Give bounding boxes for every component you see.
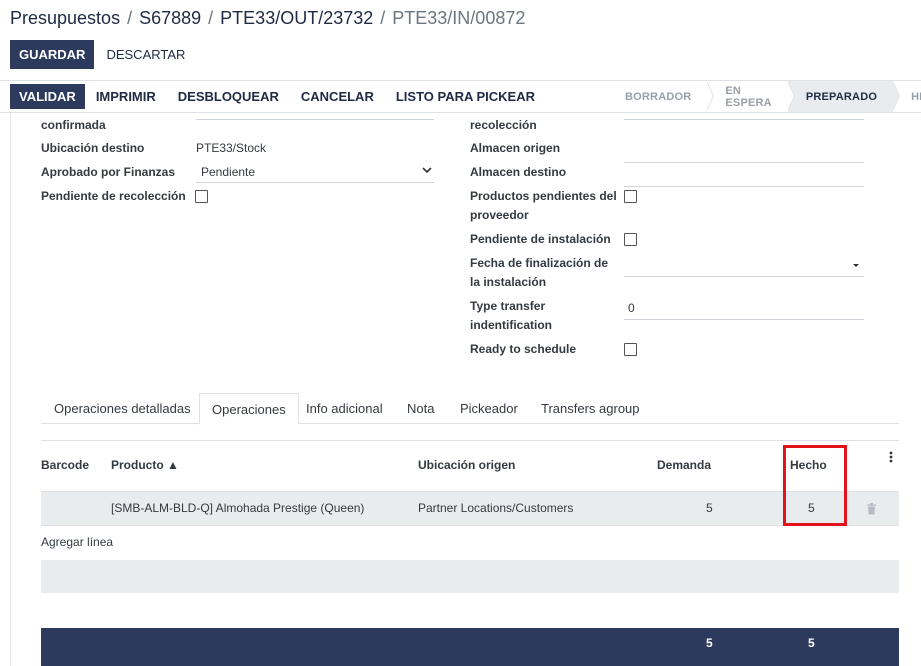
column-header-demand[interactable]: Demanda (657, 458, 711, 472)
destination-warehouse-label: Almacen destino (470, 165, 567, 179)
print-button[interactable]: IMPRIMIR (85, 89, 167, 104)
save-button[interactable]: GUARDAR (10, 40, 95, 69)
destination-warehouse-input[interactable] (624, 186, 864, 187)
tab-additional-info[interactable]: Info adicional (294, 393, 395, 424)
breadcrumb-presupuestos[interactable]: Presupuestos (10, 8, 120, 28)
form-buttons: GUARDAR DESCARTAR (10, 40, 197, 69)
installation-end-date-input[interactable] (624, 276, 864, 277)
stage-draft[interactable]: BORRADOR (607, 81, 715, 112)
field-underline (196, 119, 434, 120)
total-demand: 5 (706, 636, 713, 650)
type-transfer-input[interactable]: 0 (628, 299, 635, 317)
column-header-product[interactable]: Producto ▲ (111, 458, 179, 472)
type-transfer-label-2: indentification (470, 318, 552, 332)
total-done: 5 (808, 636, 815, 650)
sheet-border (10, 113, 11, 666)
tab-picker[interactable]: Pickeador (448, 393, 530, 424)
cancel-button[interactable]: CANCELAR (290, 89, 385, 104)
highlight-box (783, 445, 847, 526)
ready-to-pick-button[interactable]: LISTO PARA PICKEAR (385, 89, 546, 104)
field-underline (624, 319, 864, 320)
tab-note[interactable]: Nota (395, 393, 446, 424)
breadcrumb-current: PTE33/IN/00872 (392, 8, 526, 28)
pending-supplier-products-checkbox[interactable] (624, 190, 637, 203)
ready-to-schedule-label: Ready to schedule (470, 342, 577, 356)
pending-installation-checkbox[interactable] (624, 233, 637, 246)
installation-end-date-label-2: la instalación (470, 275, 547, 289)
row-product[interactable]: [SMB-ALM-BLD-Q] Almohada Prestige (Queen… (111, 501, 364, 515)
breadcrumb-sale-order[interactable]: S67889 (139, 8, 201, 28)
column-header-barcode[interactable]: Barcode (41, 458, 89, 472)
caret-down-icon[interactable] (852, 260, 860, 272)
destination-location-label: Ubicación destino (41, 141, 145, 155)
stage-waiting[interactable]: EN ESPERA (707, 81, 796, 112)
action-buttons: VALIDAR IMPRIMIR DESBLOQUEAR CANCELAR LI… (10, 84, 546, 109)
column-header-source-location[interactable]: Ubicación origen (418, 458, 515, 472)
destination-location-value[interactable]: PTE33/Stock (196, 139, 266, 157)
status-bar: VALIDAR IMPRIMIR DESBLOQUEAR CANCELAR LI… (0, 80, 921, 113)
installation-end-date-label: Fecha de finalización de (470, 256, 609, 270)
origin-warehouse-label: Almacen origen (470, 141, 561, 155)
empty-table-row (41, 560, 899, 593)
row-source-location[interactable]: Partner Locations/Customers (418, 501, 573, 515)
field-underline (624, 119, 864, 120)
add-line-link[interactable]: Agregar línea (41, 535, 113, 549)
ready-to-schedule-checkbox[interactable] (624, 343, 637, 356)
trash-icon[interactable] (866, 502, 877, 520)
validate-button[interactable]: VALIDAR (10, 84, 85, 109)
tab-transfers-agroup[interactable]: Transfers agroup (529, 393, 652, 424)
breadcrumb-separator: / (208, 8, 214, 28)
stage-ready[interactable]: PREPARADO (787, 81, 901, 112)
type-transfer-label: Type transfer (470, 299, 546, 313)
breadcrumb: Presupuestos / S67889 / PTE33/OUT/23732 / PTE3… (10, 8, 525, 29)
origin-warehouse-input[interactable] (624, 162, 864, 163)
table-totals-row (41, 628, 899, 666)
recoleccion-label: recolección (470, 118, 537, 132)
pending-pickup-label: Pendiente de recolección (41, 189, 186, 203)
table-top-border (41, 440, 899, 441)
column-options-icon[interactable] (889, 450, 893, 466)
finance-approval-select[interactable]: Pendiente (201, 163, 255, 181)
pending-installation-label: Pendiente de instalación (470, 232, 611, 246)
pending-supplier-products-label: Productos pendientes del (470, 189, 617, 203)
pending-supplier-products-label-2: proveedor (470, 208, 529, 222)
pending-pickup-checkbox[interactable] (195, 190, 208, 203)
stage-pipeline: BORRADOR EN ESPERA PREPARADO HECH (607, 81, 921, 112)
breadcrumb-separator: / (380, 8, 386, 28)
field-underline (196, 182, 434, 183)
discard-button[interactable]: DESCARTAR (94, 40, 197, 69)
unlock-button[interactable]: DESBLOQUEAR (167, 89, 290, 104)
finance-approval-label: Aprobado por Finanzas (41, 165, 176, 179)
confirmada-label: confirmada (41, 118, 106, 132)
breadcrumb-separator: / (127, 8, 133, 28)
row-demand[interactable]: 5 (706, 501, 713, 515)
breadcrumb-out-transfer[interactable]: PTE33/OUT/23732 (220, 8, 373, 28)
chevron-down-icon[interactable] (421, 164, 433, 179)
notebook-tabs: Operaciones detalladas Operaciones Info … (41, 393, 899, 425)
tab-detailed-operations[interactable]: Operaciones detalladas (42, 393, 203, 424)
tab-operations[interactable]: Operaciones (199, 393, 299, 425)
